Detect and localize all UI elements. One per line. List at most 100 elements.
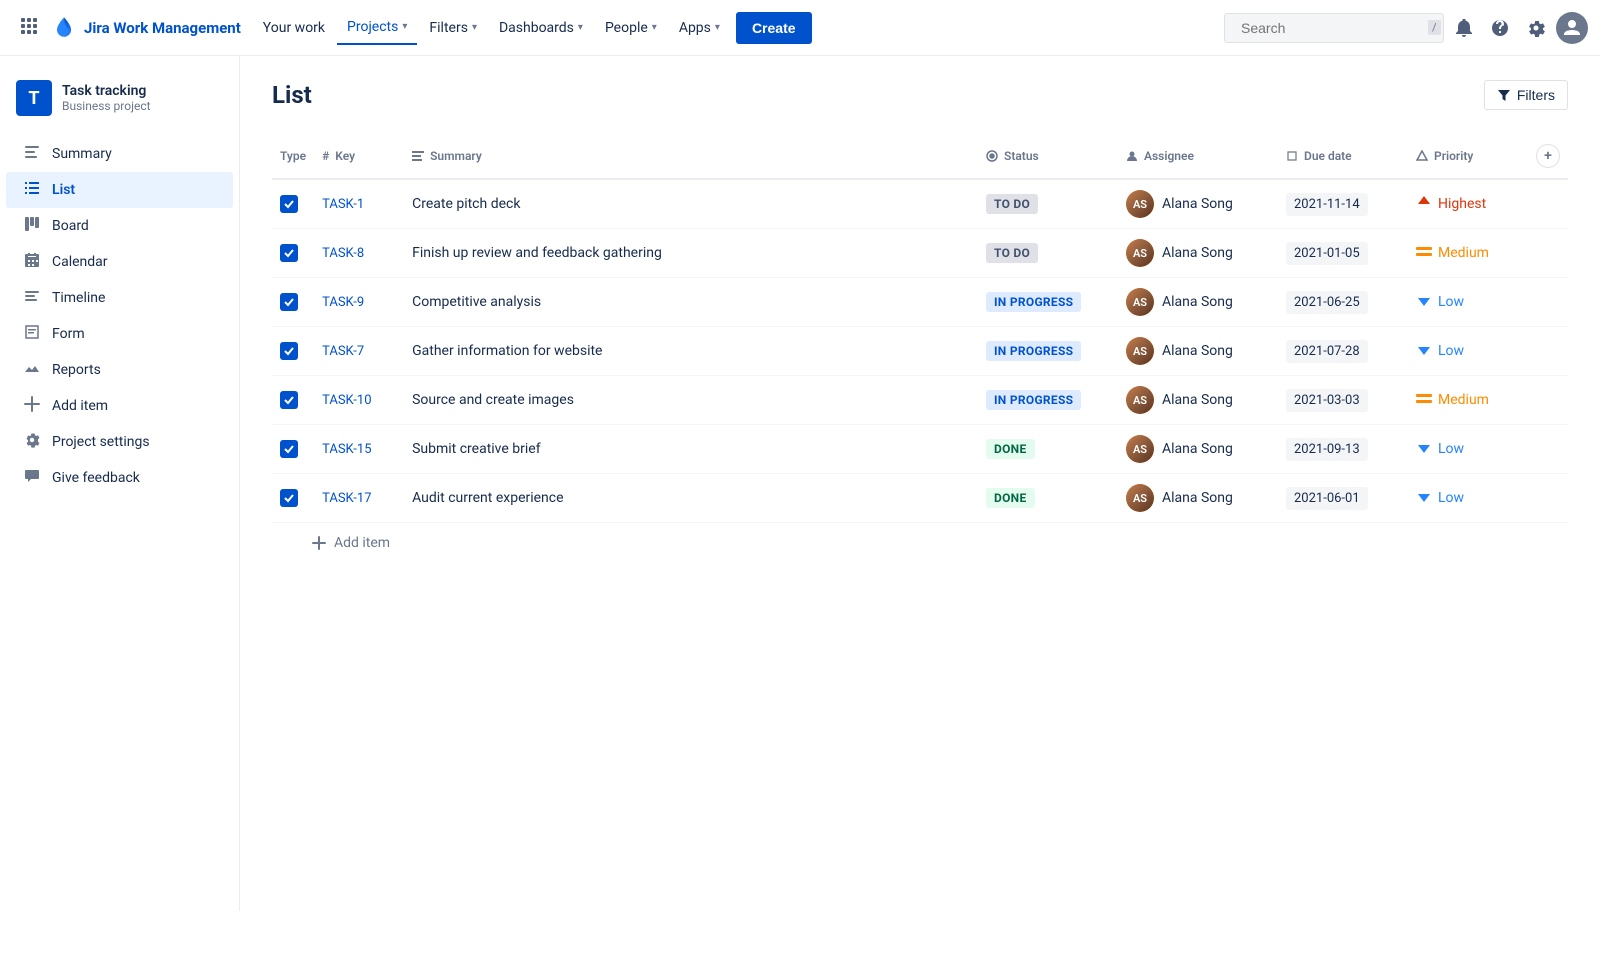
nav-apps[interactable]: Apps ▾ [669, 12, 730, 44]
project-name: Task tracking [62, 83, 151, 99]
task-duedate-cell: 2021-09-13 [1278, 425, 1408, 474]
table-header: Type # Key Summary [272, 134, 1568, 179]
status-badge[interactable]: IN PROGRESS [986, 292, 1081, 312]
due-date-badge: 2021-07-28 [1286, 340, 1368, 363]
priority-cell: Low [1416, 292, 1520, 312]
col-header-key: # Key [314, 134, 404, 179]
col-header-status: Status [978, 134, 1118, 179]
task-type-cell [272, 327, 314, 376]
task-status-cell: TO DO [978, 229, 1118, 278]
filter-icon [1497, 88, 1511, 102]
due-date-badge: 2021-06-01 [1286, 487, 1368, 510]
task-key[interactable]: TASK-17 [322, 491, 371, 506]
add-column-button[interactable]: + [1536, 144, 1560, 168]
grid-menu-icon[interactable] [12, 9, 46, 47]
sidebar-item-board[interactable]: Board [6, 208, 233, 244]
nav-projects[interactable]: Projects ▾ [337, 11, 417, 45]
status-badge[interactable]: DONE [986, 488, 1035, 508]
task-summary-cell: Audit current experience [404, 474, 978, 523]
task-summary: Gather information for website [412, 343, 602, 359]
settings-button[interactable] [1520, 12, 1552, 44]
avatar-inner: AS [1126, 484, 1154, 512]
task-checkbox[interactable] [280, 195, 298, 213]
task-checkbox[interactable] [280, 489, 298, 507]
task-checkbox[interactable] [280, 244, 298, 262]
nav-filters[interactable]: Filters ▾ [419, 12, 487, 44]
task-checkbox[interactable] [280, 342, 298, 360]
due-date-badge: 2021-03-03 [1286, 389, 1368, 412]
status-badge[interactable]: IN PROGRESS [986, 390, 1081, 410]
priority-cell: Highest [1416, 194, 1520, 214]
sidebar-item-calendar[interactable]: Calendar [6, 244, 233, 280]
sidebar-item-reports[interactable]: Reports [6, 352, 233, 388]
search-input[interactable] [1241, 20, 1422, 36]
help-button[interactable] [1484, 12, 1516, 44]
task-checkbox[interactable] [280, 293, 298, 311]
task-key[interactable]: TASK-1 [322, 197, 364, 212]
table-row: TASK-1 Create pitch deck TO DO AS Alana … [272, 179, 1568, 229]
app-logo[interactable]: Jira Work Management [50, 14, 241, 42]
task-checkbox[interactable] [280, 391, 298, 409]
task-type-cell [272, 278, 314, 327]
priority-icon [1416, 292, 1432, 312]
task-key[interactable]: TASK-15 [322, 442, 371, 457]
app-logo-text: Jira Work Management [84, 19, 241, 37]
add-item-button[interactable]: Add item [312, 535, 1560, 551]
avatar: AS [1126, 190, 1154, 218]
sidebar-item-label: Calendar [52, 254, 108, 270]
assignee-cell: AS Alana Song [1126, 386, 1270, 414]
summary-icon [22, 144, 42, 164]
priority-label: Medium [1438, 245, 1489, 261]
assignee-cell: AS Alana Song [1126, 190, 1270, 218]
topnav: Jira Work Management Your work Projects … [0, 0, 1600, 56]
priority-label: Highest [1438, 196, 1486, 212]
due-date-badge: 2021-01-05 [1286, 242, 1368, 265]
task-key[interactable]: TASK-8 [322, 246, 364, 261]
sidebar-item-summary[interactable]: Summary [6, 136, 233, 172]
filters-button[interactable]: Filters [1484, 80, 1568, 110]
task-list: TASK-1 Create pitch deck TO DO AS Alana … [272, 179, 1568, 523]
status-badge[interactable]: IN PROGRESS [986, 341, 1081, 361]
col-header-add: + [1528, 134, 1568, 179]
dashboards-chevron-icon: ▾ [578, 22, 583, 33]
nav-your-work[interactable]: Your work [253, 12, 335, 44]
add-item-icon [22, 396, 42, 416]
task-key-cell: TASK-8 [314, 229, 404, 278]
notifications-button[interactable] [1448, 12, 1480, 44]
page-title: List [272, 81, 312, 109]
task-duedate-cell: 2021-06-25 [1278, 278, 1408, 327]
sidebar-item-give-feedback[interactable]: Give feedback [6, 460, 233, 496]
nav-people[interactable]: People ▾ [595, 12, 667, 44]
sidebar-item-form[interactable]: Form [6, 316, 233, 352]
project-type: Business project [62, 99, 151, 113]
task-key[interactable]: TASK-10 [322, 393, 371, 408]
due-date-badge: 2021-11-14 [1286, 193, 1368, 216]
create-button[interactable]: Create [736, 12, 812, 44]
assignee-name: Alana Song [1162, 245, 1233, 261]
table-row: TASK-17 Audit current experience DONE AS… [272, 474, 1568, 523]
task-type-cell [272, 179, 314, 229]
nav-dashboards[interactable]: Dashboards ▾ [489, 12, 593, 44]
sidebar-item-timeline[interactable]: Timeline [6, 280, 233, 316]
due-date-badge: 2021-06-25 [1286, 291, 1368, 314]
task-checkbox[interactable] [280, 440, 298, 458]
task-duedate-cell: 2021-07-28 [1278, 327, 1408, 376]
task-key[interactable]: TASK-7 [322, 344, 364, 359]
status-badge[interactable]: DONE [986, 439, 1035, 459]
sidebar-item-add-item[interactable]: Add item [6, 388, 233, 424]
avatar: AS [1126, 288, 1154, 316]
sidebar-item-list[interactable]: List [6, 172, 233, 208]
table-row: TASK-10 Source and create images IN PROG… [272, 376, 1568, 425]
status-badge[interactable]: TO DO [986, 243, 1038, 263]
status-badge[interactable]: TO DO [986, 194, 1038, 214]
task-key[interactable]: TASK-9 [322, 295, 364, 310]
search-box[interactable]: / [1224, 13, 1444, 43]
sidebar-item-label: Summary [52, 146, 112, 162]
priority-icon [1416, 439, 1432, 459]
priority-icon [1416, 392, 1432, 408]
user-avatar[interactable] [1556, 12, 1588, 44]
sidebar-item-project-settings[interactable]: Project settings [6, 424, 233, 460]
task-duedate-cell: 2021-11-14 [1278, 179, 1408, 229]
priority-label: Low [1438, 294, 1464, 310]
assignee-cell: AS Alana Song [1126, 435, 1270, 463]
